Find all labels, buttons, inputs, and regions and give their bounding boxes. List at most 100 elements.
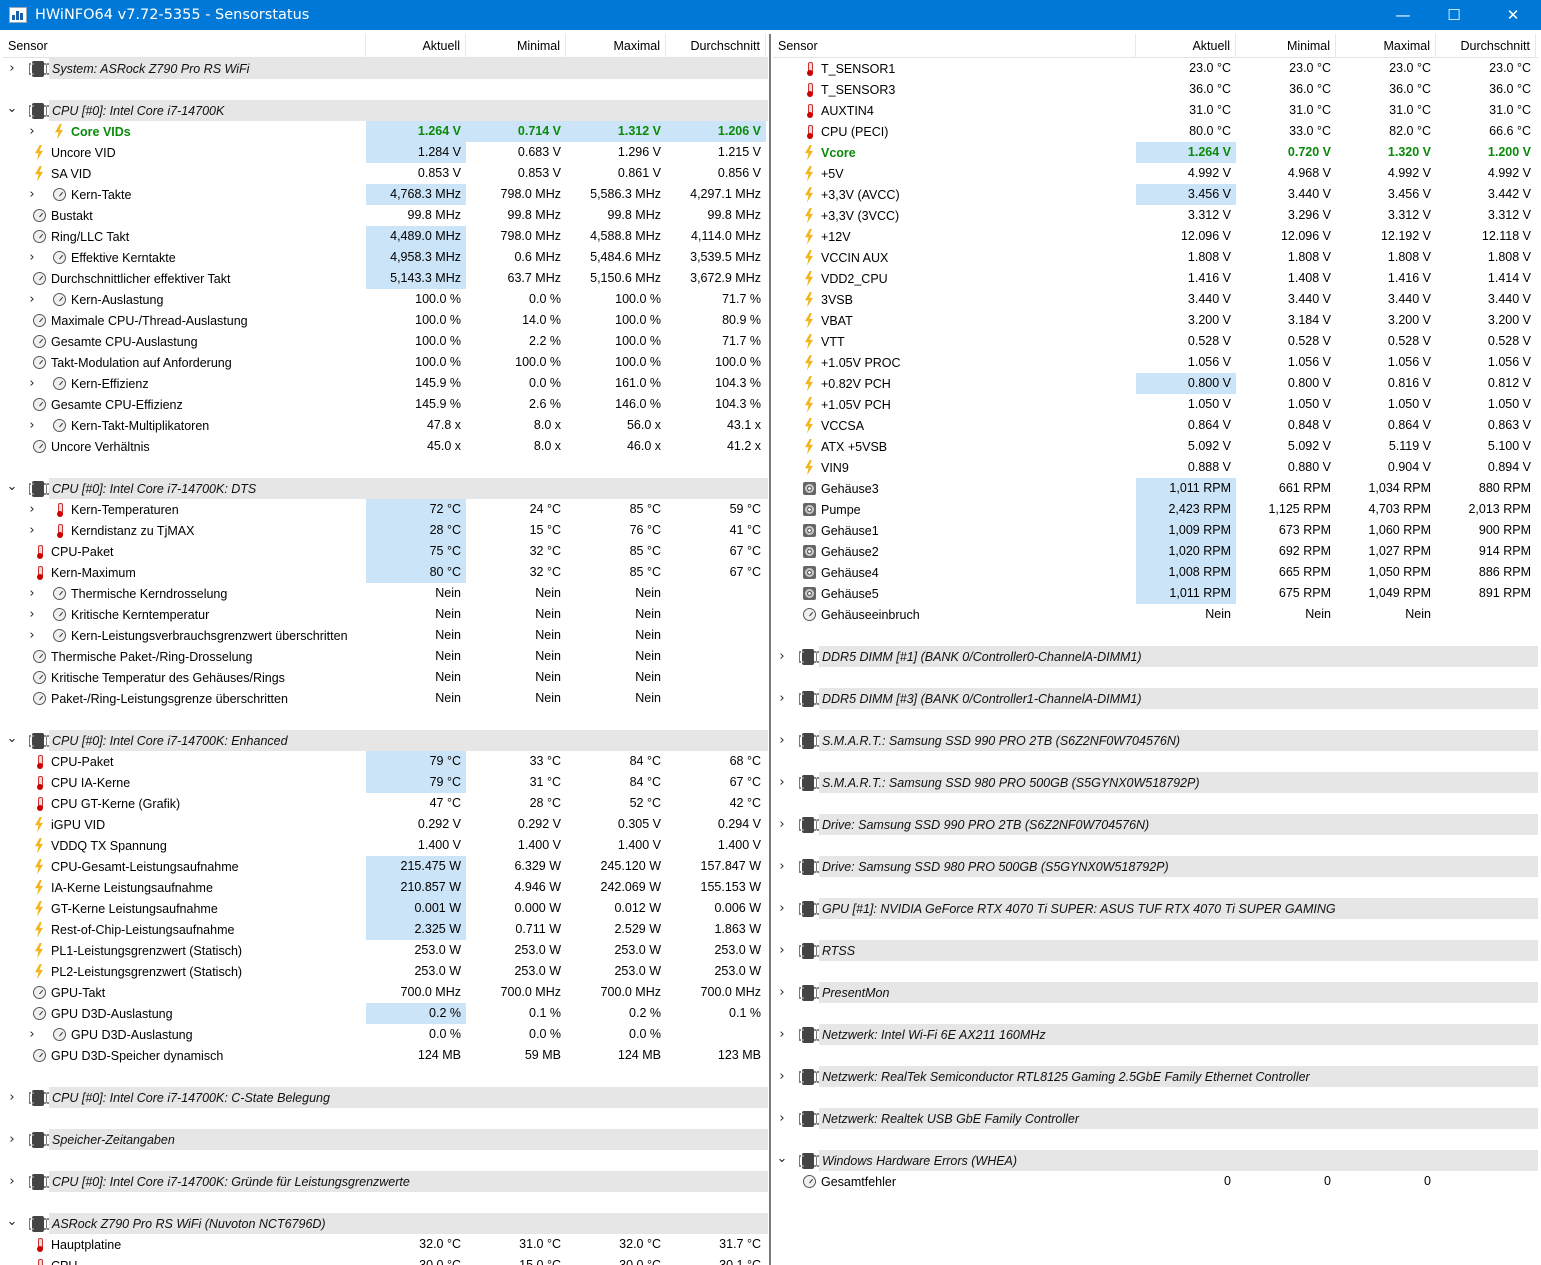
sensor-row[interactable]: GPU D3D-Auslastung 0.2 % 0.1 % 0.2 % 0.1 %	[3, 1003, 768, 1024]
chevron-right-icon[interactable]: ›	[27, 247, 37, 268]
sensor-group-row[interactable]: › GPU [#1]: NVIDIA GeForce RTX 4070 Ti SU…	[773, 898, 1538, 919]
sensor-row[interactable]: Gesamte CPU-Auslastung 100.0 % 2.2 % 100.0 …	[3, 331, 768, 352]
sensor-group-row[interactable]: › Drive: Samsung SSD 990 PRO 2TB (S6Z2NF0…	[773, 814, 1538, 835]
sensor-row[interactable]: GT-Kerne Leistungsaufnahme 0.001 W 0.000 W…	[3, 898, 768, 919]
sensor-pane-left[interactable]: Sensor Aktuell Minimal Maximal Durchschn…	[3, 34, 768, 1265]
sensor-group-row[interactable]: › System: ASRock Z790 Pro RS WiFi	[3, 58, 768, 79]
chevron-right-icon[interactable]: ›	[777, 814, 787, 835]
sensor-row[interactable]: CPU IA-Kerne 79 °C 31 °C 84 °C 67 °C	[3, 772, 768, 793]
chevron-right-icon[interactable]: ›	[7, 58, 17, 79]
column-header-avg[interactable]: Durchschnitt	[1436, 34, 1536, 58]
chevron-right-icon[interactable]: ›	[27, 604, 37, 625]
sensor-row[interactable]: VCCSA 0.864 V 0.848 V 0.864 V 0.863 V	[773, 415, 1538, 436]
chevron-right-icon[interactable]: ›	[777, 898, 787, 919]
chevron-right-icon[interactable]: ›	[7, 1171, 17, 1192]
sensor-row[interactable]: Uncore VID 1.284 V 0.683 V 1.296 V 1.215 V	[3, 142, 768, 163]
sensor-row[interactable]: Takt-Modulation auf Anforderung 100.0 % 10…	[3, 352, 768, 373]
chevron-right-icon[interactable]: ›	[27, 289, 37, 310]
sensor-group-row[interactable]: ⌄ Windows Hardware Errors (WHEA)	[773, 1150, 1538, 1171]
sensor-row[interactable]: Gehäuse3 1,011 RPM 661 RPM 1,034 RPM 880 RPM	[773, 478, 1538, 499]
sensor-group-row[interactable]: ⌄ CPU [#0]: Intel Core i7-14700K: DTS	[3, 478, 768, 499]
chevron-right-icon[interactable]: ›	[777, 1066, 787, 1087]
chevron-right-icon[interactable]: ›	[777, 772, 787, 793]
chevron-right-icon[interactable]: ›	[777, 688, 787, 709]
chevron-right-icon[interactable]: ›	[27, 583, 37, 604]
sensor-row[interactable]: AUXTIN4 31.0 °C 31.0 °C 31.0 °C 31.0 °C	[773, 100, 1538, 121]
chevron-right-icon[interactable]: ›	[7, 1087, 17, 1108]
sensor-row[interactable]: CPU-Gesamt-Leistungsaufnahme 215.475 W 6.3…	[3, 856, 768, 877]
column-header-current[interactable]: Aktuell	[1136, 34, 1236, 58]
sensor-row[interactable]: PL1-Leistungsgrenzwert (Statisch) 253.0 W…	[3, 940, 768, 961]
sensor-row[interactable]: +5V 4.992 V 4.968 V 4.992 V 4.992 V	[773, 163, 1538, 184]
sensor-row[interactable]: +0.82V PCH 0.800 V 0.800 V 0.816 V 0.812 V	[773, 373, 1538, 394]
sensor-row[interactable]: VCCIN AUX 1.808 V 1.808 V 1.808 V 1.808 V	[773, 247, 1538, 268]
sensor-row[interactable]: Gehäuseeinbruch Nein Nein Nein	[773, 604, 1538, 625]
column-header-current[interactable]: Aktuell	[366, 34, 466, 58]
sensor-row[interactable]: Bustakt 99.8 MHz 99.8 MHz 99.8 MHz 99.8 MHz	[3, 205, 768, 226]
sensor-row[interactable]: › Kern-Effizienz 145.9 % 0.0 % 161.0 % 104.3 …	[3, 373, 768, 394]
sensor-group-row[interactable]: › Netzwerk: Realtek USB GbE Family Contro…	[773, 1108, 1538, 1129]
sensor-row[interactable]: › Kern-Auslastung 100.0 % 0.0 % 100.0 % 71.7 …	[3, 289, 768, 310]
sensor-row[interactable]: Gehäuse4 1,008 RPM 665 RPM 1,050 RPM 886 RPM	[773, 562, 1538, 583]
sensor-group-row[interactable]: › S.M.A.R.T.: Samsung SSD 980 PRO 500GB (…	[773, 772, 1538, 793]
sensor-row[interactable]: CPU (PECI) 80.0 °C 33.0 °C 82.0 °C 66.6 °C	[773, 121, 1538, 142]
minimize-button[interactable]: —	[1380, 0, 1426, 30]
sensor-group-row[interactable]: › DDR5 DIMM [#1] (BANK 0/Controller0-Chan…	[773, 646, 1538, 667]
column-header-avg[interactable]: Durchschnitt	[666, 34, 766, 58]
chevron-down-icon[interactable]: ⌄	[7, 1211, 18, 1232]
chevron-down-icon[interactable]: ⌄	[777, 1148, 788, 1169]
sensor-row[interactable]: Gesamtfehler 0 0 0	[773, 1171, 1538, 1192]
chevron-right-icon[interactable]: ›	[27, 184, 37, 205]
sensor-row[interactable]: VTT 0.528 V 0.528 V 0.528 V 0.528 V	[773, 331, 1538, 352]
chevron-right-icon[interactable]: ›	[27, 520, 37, 541]
sensor-row[interactable]: › Core VIDs 1.264 V 0.714 V 1.312 V 1.206 V	[3, 121, 768, 142]
sensor-row[interactable]: +3,3V (AVCC) 3.456 V 3.440 V 3.456 V 3.442 V	[773, 184, 1538, 205]
column-header-max[interactable]: Maximal	[566, 34, 666, 58]
chevron-right-icon[interactable]: ›	[27, 415, 37, 436]
sensor-row[interactable]: CPU-Paket 75 °C 32 °C 85 °C 67 °C	[3, 541, 768, 562]
column-header-min[interactable]: Minimal	[1236, 34, 1336, 58]
sensor-row[interactable]: Gehäuse1 1,009 RPM 673 RPM 1,060 RPM 900 RPM	[773, 520, 1538, 541]
sensor-group-row[interactable]: ⌄ CPU [#0]: Intel Core i7-14700K: Enhance…	[3, 730, 768, 751]
sensor-row[interactable]: T_SENSOR3 36.0 °C 36.0 °C 36.0 °C 36.0 °C	[773, 79, 1538, 100]
sensor-row[interactable]: VDD2_CPU 1.416 V 1.408 V 1.416 V 1.414 V	[773, 268, 1538, 289]
sensor-row[interactable]: PL2-Leistungsgrenzwert (Statisch) 253.0 W…	[3, 961, 768, 982]
sensor-row[interactable]: › Kerndistanz zu TjMAX 28 °C 15 °C 76 °C 41 °…	[3, 520, 768, 541]
chevron-right-icon[interactable]: ›	[777, 856, 787, 877]
sensor-group-row[interactable]: › Netzwerk: Intel Wi-Fi 6E AX211 160MHz	[773, 1024, 1538, 1045]
sensor-row[interactable]: › Kern-Takt-Multiplikatoren 47.8 x 8.0 x 56.…	[3, 415, 768, 436]
column-header-sensor[interactable]: Sensor	[773, 34, 1136, 58]
column-header-sensor[interactable]: Sensor	[3, 34, 366, 58]
sensor-row[interactable]: › Effektive Kerntakte 4,958.3 MHz 0.6 MHz 5,…	[3, 247, 768, 268]
chevron-down-icon[interactable]: ⌄	[7, 98, 18, 119]
sensor-row[interactable]: › Kern-Temperaturen 72 °C 24 °C 85 °C 59 °C	[3, 499, 768, 520]
sensor-group-row[interactable]: › Speicher-Zeitangaben	[3, 1129, 768, 1150]
sensor-row[interactable]: +12V 12.096 V 12.096 V 12.192 V 12.118 V	[773, 226, 1538, 247]
sensor-row[interactable]: › Kern-Leistungsverbrauchsgrenzwert übers…	[3, 625, 768, 646]
sensor-row[interactable]: Gehäuse5 1,011 RPM 675 RPM 1,049 RPM 891 RPM	[773, 583, 1538, 604]
sensor-row[interactable]: 3VSB 3.440 V 3.440 V 3.440 V 3.440 V	[773, 289, 1538, 310]
chevron-right-icon[interactable]: ›	[7, 1129, 17, 1150]
sensor-group-row[interactable]: › RTSS	[773, 940, 1538, 961]
sensor-row[interactable]: › Kern-Takte 4,768.3 MHz 798.0 MHz 5,586.3 M…	[3, 184, 768, 205]
sensor-row[interactable]: › Thermische Kerndrosselung Nein Nein Nein	[3, 583, 768, 604]
sensor-row[interactable]: Ring/LLC Takt 4,489.0 MHz 798.0 MHz 4,588.8…	[3, 226, 768, 247]
chevron-right-icon[interactable]: ›	[777, 1108, 787, 1129]
chevron-right-icon[interactable]: ›	[27, 121, 37, 142]
sensor-row[interactable]: +1.05V PCH 1.050 V 1.050 V 1.050 V 1.050 V	[773, 394, 1538, 415]
chevron-right-icon[interactable]: ›	[27, 1024, 37, 1045]
column-header-min[interactable]: Minimal	[466, 34, 566, 58]
sensor-row[interactable]: Kritische Temperatur des Gehäuses/Rings N…	[3, 667, 768, 688]
sensor-row[interactable]: Kern-Maximum 80 °C 32 °C 85 °C 67 °C	[3, 562, 768, 583]
sensor-row[interactable]: Hauptplatine 32.0 °C 31.0 °C 32.0 °C 31.7 °C	[3, 1234, 768, 1255]
maximize-button[interactable]: ☐	[1431, 0, 1477, 30]
sensor-row[interactable]: Thermische Paket-/Ring-Drosselung Nein Nei…	[3, 646, 768, 667]
sensor-group-row[interactable]: ⌄ ASRock Z790 Pro RS WiFi (Nuvoton NCT679…	[3, 1213, 768, 1234]
sensor-row[interactable]: CPU-Paket 79 °C 33 °C 84 °C 68 °C	[3, 751, 768, 772]
sensor-group-row[interactable]: › CPU [#0]: Intel Core i7-14700K: Gründe …	[3, 1171, 768, 1192]
pane-divider[interactable]	[769, 34, 771, 1265]
sensor-group-row[interactable]: ⌄ CPU [#0]: Intel Core i7-14700K	[3, 100, 768, 121]
sensor-group-row[interactable]: › Drive: Samsung SSD 980 PRO 500GB (S5GYN…	[773, 856, 1538, 877]
sensor-row[interactable]: Pumpe 2,423 RPM 1,125 RPM 4,703 RPM 2,013 RP…	[773, 499, 1538, 520]
close-button[interactable]: ✕	[1490, 0, 1536, 30]
